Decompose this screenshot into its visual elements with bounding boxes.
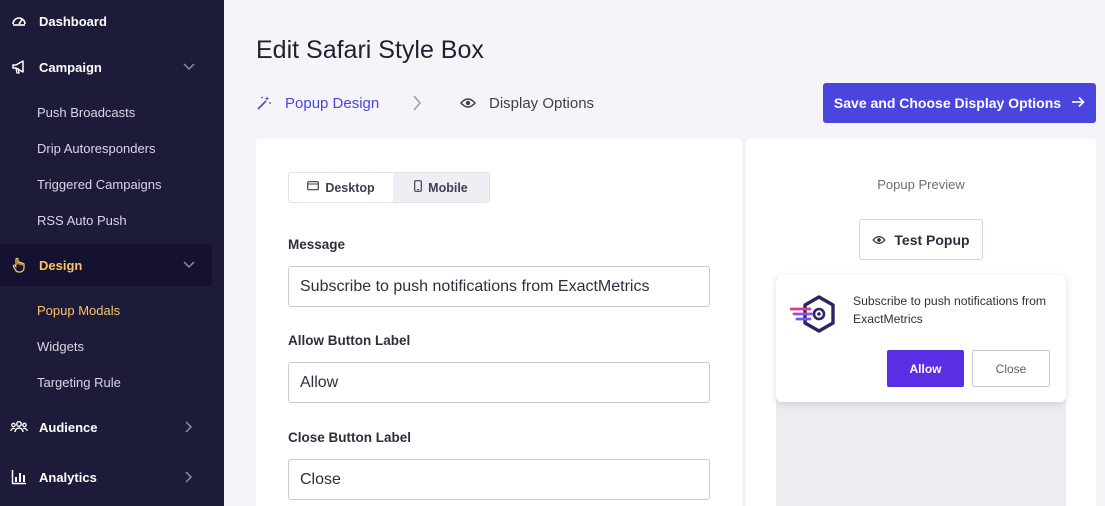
sidebar-subitem-rss-auto-push[interactable]: RSS Auto Push <box>37 213 127 228</box>
chevron-right-icon <box>182 470 196 484</box>
monitor-icon <box>307 180 320 195</box>
popup-message: Subscribe to push notifications from Exa… <box>853 294 1047 326</box>
sidebar-item-dashboard[interactable]: Dashboard <box>0 0 212 42</box>
sidebar-subitem-widgets[interactable]: Widgets <box>37 339 84 354</box>
sidebar-item-label: Campaign <box>39 59 102 75</box>
sidebar-item-label: Analytics <box>39 469 97 485</box>
sidebar-item-analytics[interactable]: Analytics <box>0 456 212 498</box>
sidebar-item-audience[interactable]: Audience <box>0 406 212 448</box>
sidebar-subitem-targeting-rule[interactable]: Targeting Rule <box>37 375 121 390</box>
popup-preview-card: Subscribe to push notifications from Exa… <box>776 275 1066 402</box>
sidebar-subitem-push-broadcasts[interactable]: Push Broadcasts <box>37 105 135 120</box>
mobile-toggle-button[interactable]: Mobile <box>392 173 489 202</box>
mobile-label: Mobile <box>428 180 468 195</box>
page-title: Edit Safari Style Box <box>256 36 484 64</box>
sidebar-item-label: Dashboard <box>39 13 107 29</box>
chevron-down-icon <box>182 60 196 74</box>
eye-icon <box>872 232 887 248</box>
test-popup-button[interactable]: Test Popup <box>859 219 983 260</box>
save-button-label: Save and Choose Display Options <box>833 95 1062 111</box>
test-popup-label: Test Popup <box>894 231 970 248</box>
sidebar-subitem-drip-autoresponders[interactable]: Drip Autoresponders <box>37 141 156 156</box>
step-label: Popup Design <box>285 94 380 112</box>
preview-title: Popup Preview <box>877 177 965 192</box>
popup-close-button[interactable]: Close <box>972 350 1050 387</box>
chevron-down-icon <box>182 258 196 272</box>
chevron-right-icon <box>182 420 196 434</box>
editor-panel: Desktop Mobile Message Allow Button Labe… <box>256 139 742 506</box>
step-popup-design[interactable]: Popup Design <box>256 94 379 112</box>
phone-icon <box>414 180 423 195</box>
sidebar-item-label: Design <box>39 257 83 273</box>
eye-icon <box>460 94 478 112</box>
dashboard-icon <box>10 12 28 30</box>
message-input[interactable] <box>288 266 710 307</box>
arrow-right-icon <box>1071 95 1085 111</box>
close-button-label-label: Close Button Label <box>288 430 412 445</box>
sidebar-item-label: Audience <box>39 419 98 435</box>
sidebar-item-design[interactable]: Design <box>0 244 212 286</box>
step-display-options[interactable]: Display Options <box>460 94 594 112</box>
sidebar-subitem-triggered-campaigns[interactable]: Triggered Campaigns <box>37 177 162 192</box>
allow-button-label-label: Allow Button Label <box>288 333 411 348</box>
desktop-toggle-button[interactable]: Desktop <box>289 173 393 202</box>
sidebar-item-campaign[interactable]: Campaign <box>0 46 212 88</box>
users-icon <box>10 418 28 436</box>
pointer-hand-icon <box>10 256 28 274</box>
allow-button-label-input[interactable] <box>288 362 710 403</box>
close-button-label-input[interactable] <box>288 459 710 500</box>
bar-chart-icon <box>10 468 28 486</box>
exactmetrics-logo-icon <box>789 293 842 339</box>
device-toggle: Desktop Mobile <box>288 172 490 203</box>
desktop-label: Desktop <box>325 180 375 195</box>
popup-allow-button[interactable]: Allow <box>887 350 964 387</box>
chevron-right-icon <box>412 94 426 112</box>
sidebar: Dashboard Campaign Push Broadcasts Drip … <box>0 0 224 506</box>
step-label: Display Options <box>489 94 595 112</box>
magic-wand-icon <box>256 94 274 112</box>
sidebar-subitem-popup-modals[interactable]: Popup Modals <box>37 303 120 318</box>
message-label: Message <box>288 237 346 252</box>
megaphone-icon <box>10 58 28 76</box>
preview-panel: Popup Preview Test Popup Subscribe to pu… <box>746 139 1096 506</box>
save-and-choose-display-options-button[interactable]: Save and Choose Display Options <box>823 83 1096 123</box>
